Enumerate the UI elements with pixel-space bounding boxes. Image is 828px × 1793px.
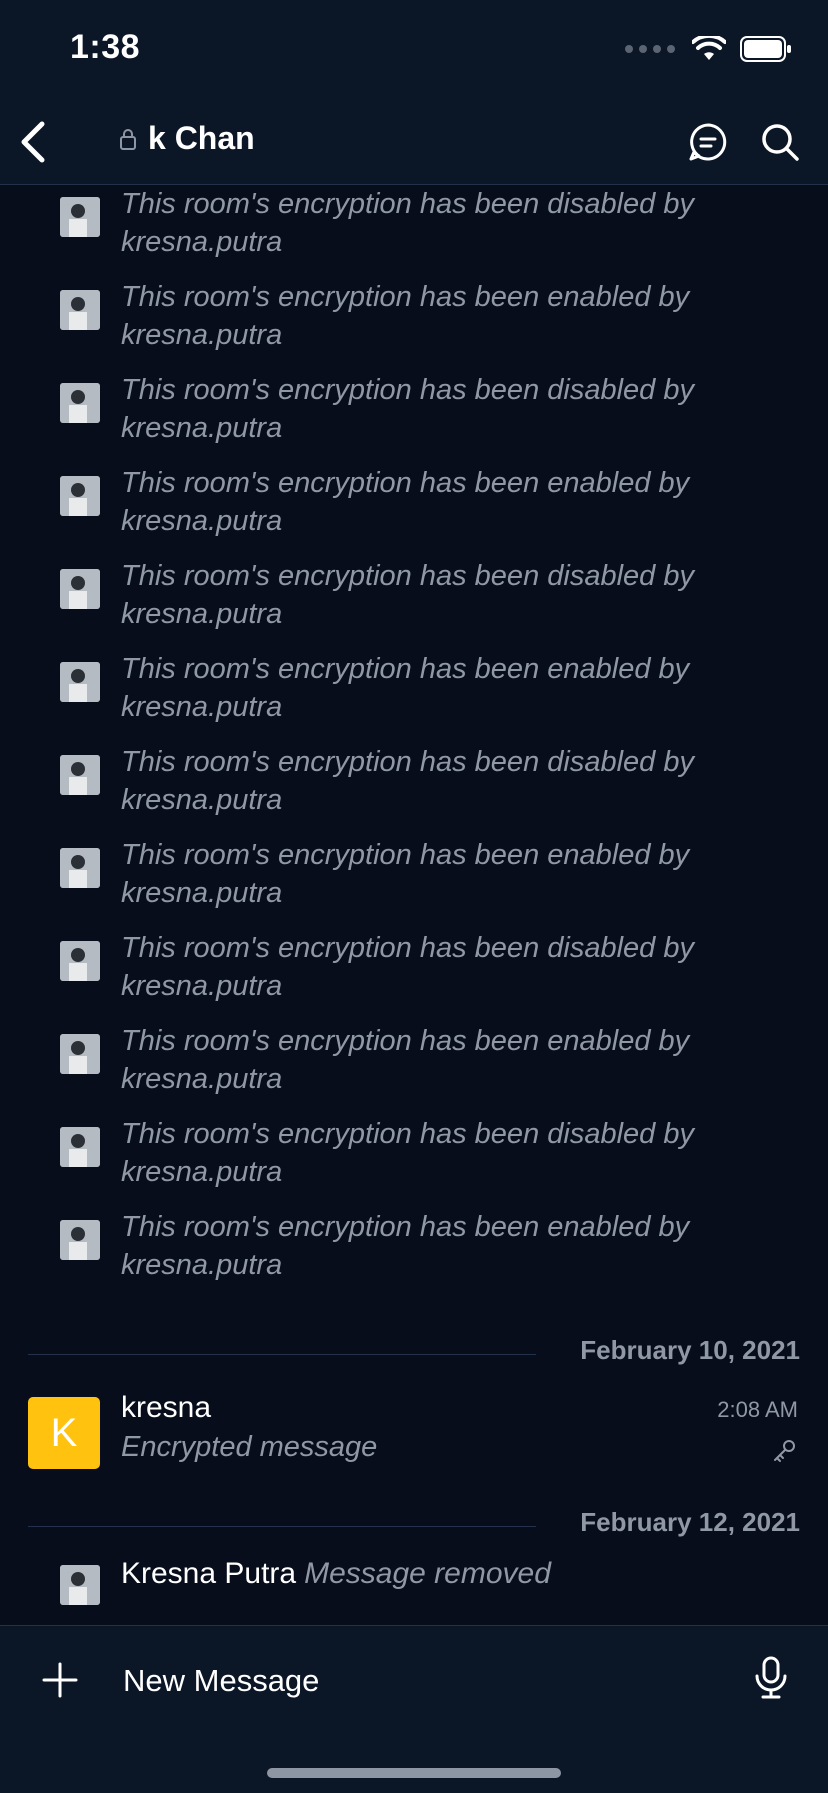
voice-message-button[interactable] [754, 1656, 788, 1700]
user-photo-icon [60, 755, 100, 795]
encryption-event-row: This room's encryption has been disabled… [0, 743, 828, 836]
user-photo-icon [60, 1565, 100, 1605]
user-photo-icon [60, 569, 100, 609]
sender-name[interactable]: Kresna Putra [121, 1557, 296, 1590]
removed-label: Message removed [304, 1557, 551, 1590]
user-photo-icon [60, 1127, 100, 1167]
event-text: This room's encryption has been enabled … [121, 467, 690, 537]
event-text: This room's encryption has been enabled … [121, 1211, 690, 1281]
search-button[interactable] [758, 120, 802, 164]
cellular-signal-icon [625, 45, 675, 53]
separator-line [28, 1354, 536, 1355]
message-row[interactable]: K kresna Encrypted message 2:08 AM [0, 1391, 828, 1491]
avatar[interactable] [60, 383, 100, 423]
plus-icon [42, 1662, 78, 1698]
user-photo-icon [60, 662, 100, 702]
avatar[interactable] [60, 476, 100, 516]
event-text: This room's encryption has been disabled… [121, 560, 694, 630]
removed-message-row[interactable]: Kresna Putra Message removed [0, 1555, 828, 1615]
avatar[interactable] [60, 1220, 100, 1260]
encryption-event-row: This room's encryption has been enabled … [0, 836, 828, 929]
encryption-event-row: This room's encryption has been disabled… [0, 929, 828, 1022]
user-photo-icon [60, 383, 100, 423]
separator-line [28, 1526, 536, 1527]
back-button[interactable] [14, 118, 54, 166]
message-input[interactable] [121, 1652, 725, 1710]
encryption-event-row: This room's encryption has been disabled… [0, 185, 828, 278]
avatar[interactable] [60, 1127, 100, 1167]
event-text: This room's encryption has been disabled… [121, 746, 694, 816]
user-photo-icon [60, 290, 100, 330]
user-photo-icon [60, 848, 100, 888]
avatar[interactable] [60, 848, 100, 888]
avatar[interactable] [60, 755, 100, 795]
timeline[interactable]: This room's encryption has been disabled… [0, 185, 828, 1625]
user-photo-icon [60, 197, 100, 237]
encryption-event-row: This room's encryption has been enabled … [0, 650, 828, 743]
attach-button[interactable] [40, 1660, 80, 1700]
event-text: This room's encryption has been enabled … [121, 1025, 690, 1095]
chevron-left-icon [21, 121, 45, 163]
search-icon [762, 124, 799, 161]
removed-message-text: Kresna Putra Message removed [121, 1557, 551, 1591]
sender-name[interactable]: kresna [121, 1391, 211, 1425]
event-text: This room's encryption has been disabled… [121, 1118, 694, 1188]
encryption-event-row: This room's encryption has been disabled… [0, 557, 828, 650]
room-title[interactable]: k Chan [118, 120, 255, 157]
status-time: 1:38 [70, 28, 141, 66]
encryption-event-row: This room's encryption has been enabled … [0, 464, 828, 557]
user-photo-icon [60, 1034, 100, 1074]
date-label: February 12, 2021 [580, 1507, 800, 1537]
avatar[interactable] [60, 662, 100, 702]
avatar[interactable] [60, 197, 100, 237]
status-indicators [624, 36, 792, 62]
encryption-event-row: This room's encryption has been disabled… [0, 371, 828, 464]
date-label: February 10, 2021 [580, 1335, 800, 1365]
event-text: This room's encryption has been enabled … [121, 839, 690, 909]
encryption-event-row: This room's encryption has been enabled … [0, 1022, 828, 1115]
message-body: Encrypted message [121, 1431, 378, 1463]
microphone-icon [755, 1656, 787, 1699]
event-text: This room's encryption has been disabled… [121, 188, 694, 258]
encryption-event-row: This room's encryption has been enabled … [0, 278, 828, 371]
user-photo-icon [60, 476, 100, 516]
status-bar: 1:38 [0, 0, 828, 100]
lock-icon [120, 128, 136, 150]
threads-icon [689, 123, 727, 161]
wifi-icon [692, 36, 726, 60]
room-name: k Chan [148, 120, 255, 156]
home-indicator[interactable] [267, 1768, 561, 1778]
event-text: This room's encryption has been enabled … [121, 281, 690, 351]
key-icon[interactable] [770, 1437, 798, 1465]
encryption-event-row: This room's encryption has been disabled… [0, 1115, 828, 1208]
threads-button[interactable] [686, 120, 730, 164]
message-time: 2:08 AM [717, 1397, 798, 1422]
user-photo-icon [60, 941, 100, 981]
date-separator: February 10, 2021 [28, 1335, 800, 1375]
avatar[interactable] [60, 1034, 100, 1074]
battery-icon [740, 36, 791, 62]
event-text: This room's encryption has been enabled … [121, 653, 690, 723]
event-text: This room's encryption has been disabled… [121, 932, 694, 1002]
avatar[interactable] [60, 290, 100, 330]
avatar[interactable] [60, 941, 100, 981]
date-separator: February 12, 2021 [28, 1507, 800, 1547]
encryption-event-row: This room's encryption has been enabled … [0, 1208, 828, 1301]
avatar[interactable] [60, 569, 100, 609]
avatar[interactable]: K [28, 1397, 100, 1469]
event-text: This room's encryption has been disabled… [121, 374, 694, 444]
room-header: k Chan [0, 100, 828, 185]
avatar[interactable] [60, 1565, 100, 1605]
user-photo-icon [60, 1220, 100, 1260]
